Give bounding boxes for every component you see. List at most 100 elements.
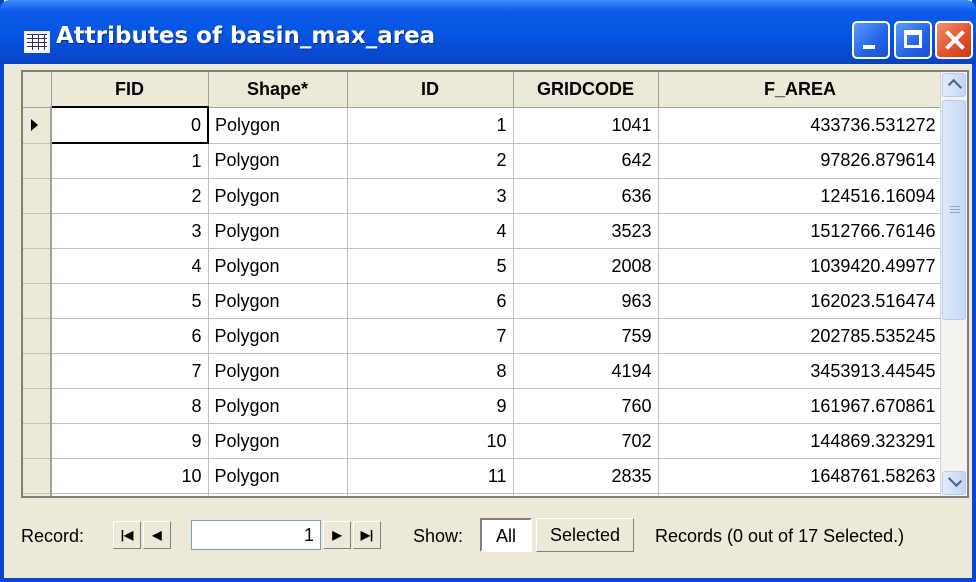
cell-gridcode[interactable]: 1041 (513, 107, 659, 144)
cell-shape[interactable]: Polygon (208, 388, 348, 424)
cell-f-area[interactable]: 161967.670861 (658, 388, 943, 424)
table-row[interactable]: 10 Polygon 11 2835 1648761.58263 (23, 458, 943, 494)
cell-f-area[interactable]: 1512766.76146 (658, 213, 943, 249)
cell-gridcode[interactable]: 702 (513, 423, 659, 459)
cell-shape[interactable]: Polygon (208, 353, 348, 389)
cell-f-area[interactable]: 1648761.58263 (658, 458, 943, 494)
cell-fid[interactable]: 7 (51, 353, 209, 389)
cell-id[interactable]: 9 (347, 388, 514, 424)
cell-f-area[interactable]: 97826.879614 (658, 143, 943, 179)
maximize-button[interactable] (894, 21, 932, 59)
table-row[interactable]: 9 Polygon 10 702 144869.323291 (23, 423, 943, 459)
next-record-icon[interactable]: ▶ (323, 521, 351, 549)
cell-f-area[interactable]: 111426.225122 (658, 493, 943, 496)
row-selector[interactable] (23, 213, 52, 249)
cell-fid[interactable]: 0 (50, 106, 209, 144)
cell-f-area[interactable]: 3453913.44545 (658, 353, 943, 389)
cell-fid[interactable]: 5 (51, 283, 209, 319)
cell-shape[interactable]: Polygon (208, 143, 348, 179)
cell-gridcode[interactable]: 963 (513, 283, 659, 319)
cell-shape[interactable]: Polygon (208, 178, 348, 214)
row-selector[interactable] (23, 318, 52, 354)
cell-fid[interactable]: 2 (51, 178, 209, 214)
corner-cell[interactable] (23, 72, 52, 108)
cell-id[interactable]: 5 (347, 248, 514, 284)
row-selector[interactable] (23, 248, 52, 284)
cell-shape[interactable]: Polygon (208, 213, 348, 249)
cell-id[interactable]: 6 (347, 283, 514, 319)
cell-id[interactable]: 11 (347, 458, 514, 494)
cell-id[interactable]: 2 (347, 143, 514, 179)
row-selector[interactable] (23, 353, 52, 389)
column-header-id[interactable]: ID (347, 72, 514, 108)
first-record-icon[interactable]: |◀ (113, 521, 141, 549)
table-row[interactable]: 2 Polygon 3 636 124516.16094 (23, 178, 943, 214)
minimize-button[interactable] (852, 21, 890, 59)
cell-shape[interactable]: Polygon (208, 458, 348, 494)
cell-fid[interactable]: 8 (51, 388, 209, 424)
row-selector[interactable] (23, 283, 52, 319)
cell-gridcode[interactable]: 636 (513, 178, 659, 214)
cell-shape[interactable]: Polygon (208, 248, 348, 284)
cell-gridcode[interactable]: 3523 (513, 213, 659, 249)
table-row[interactable]: 6 Polygon 7 759 202785.535245 (23, 318, 943, 354)
cell-shape[interactable]: Polygon (208, 107, 348, 144)
cell-gridcode[interactable]: 759 (513, 318, 659, 354)
cell-gridcode[interactable]: 4194 (513, 353, 659, 389)
last-record-icon[interactable]: ▶| (353, 521, 381, 549)
cell-id[interactable]: 7 (347, 318, 514, 354)
row-selector[interactable] (23, 143, 52, 179)
row-selector[interactable] (23, 423, 52, 459)
cell-fid[interactable]: 6 (51, 318, 209, 354)
row-selector[interactable] (23, 493, 52, 496)
scroll-thumb[interactable] (942, 100, 966, 320)
vertical-scrollbar[interactable] (940, 72, 967, 496)
cell-id[interactable]: 1 (347, 107, 514, 144)
cell-id[interactable]: 3 (347, 178, 514, 214)
cell-f-area[interactable]: 144869.323291 (658, 423, 943, 459)
cell-fid[interactable]: 10 (51, 458, 209, 494)
cell-fid[interactable]: 11 (51, 493, 209, 496)
scroll-up-button[interactable] (942, 73, 966, 97)
cell-id[interactable]: 12 (347, 493, 514, 496)
table-row[interactable]: 1 Polygon 2 642 97826.879614 (23, 143, 943, 179)
cell-id[interactable]: 8 (347, 353, 514, 389)
show-selected-button[interactable]: Selected (536, 518, 634, 552)
current-row-selector[interactable] (23, 107, 52, 144)
cell-id[interactable]: 4 (347, 213, 514, 249)
close-button[interactable] (935, 21, 973, 59)
column-header-fid[interactable]: FID (51, 72, 209, 108)
row-selector[interactable] (23, 458, 52, 494)
cell-f-area[interactable]: 202785.535245 (658, 318, 943, 354)
table-row[interactable]: 4 Polygon 5 2008 1039420.49977 (23, 248, 943, 284)
cell-shape[interactable]: Polygon (208, 318, 348, 354)
table-row[interactable]: 8 Polygon 9 760 161967.670861 (23, 388, 943, 424)
cell-f-area[interactable]: 162023.516474 (658, 283, 943, 319)
cell-f-area[interactable]: 433736.531272 (658, 107, 943, 144)
record-number-input[interactable]: 1 (191, 520, 321, 550)
column-header-gridcode[interactable]: GRIDCODE (513, 72, 659, 108)
cell-gridcode[interactable]: 760 (513, 388, 659, 424)
cell-f-area[interactable]: 124516.16094 (658, 178, 943, 214)
row-selector[interactable] (23, 388, 52, 424)
table-row[interactable]: 7 Polygon 8 4194 3453913.44545 (23, 353, 943, 389)
scroll-down-button[interactable] (942, 471, 966, 495)
column-header-shape[interactable]: Shape* (208, 72, 348, 108)
cell-shape[interactable]: Polygon (208, 493, 348, 496)
row-selector[interactable] (23, 178, 52, 214)
table-row[interactable]: 11Polygon12589111426.225122 (23, 493, 943, 496)
cell-fid[interactable]: 1 (51, 143, 209, 179)
table-row[interactable]: 3 Polygon 4 3523 1512766.76146 (23, 213, 943, 249)
previous-record-icon[interactable]: ◀ (143, 521, 171, 549)
table-row[interactable]: 5 Polygon 6 963 162023.516474 (23, 283, 943, 319)
table-row[interactable]: 0 Polygon 1 1041 433736.531272 (23, 106, 943, 144)
cell-fid[interactable]: 4 (51, 248, 209, 284)
cell-gridcode[interactable]: 2835 (513, 458, 659, 494)
cell-gridcode[interactable]: 2008 (513, 248, 659, 284)
column-header-f-area[interactable]: F_AREA (658, 72, 943, 108)
show-all-button[interactable]: All (480, 518, 532, 552)
cell-shape[interactable]: Polygon (208, 423, 348, 459)
cell-fid[interactable]: 9 (51, 423, 209, 459)
cell-gridcode[interactable]: 589 (513, 493, 659, 496)
title-bar[interactable]: Attributes of basin_max_area (0, 0, 976, 64)
